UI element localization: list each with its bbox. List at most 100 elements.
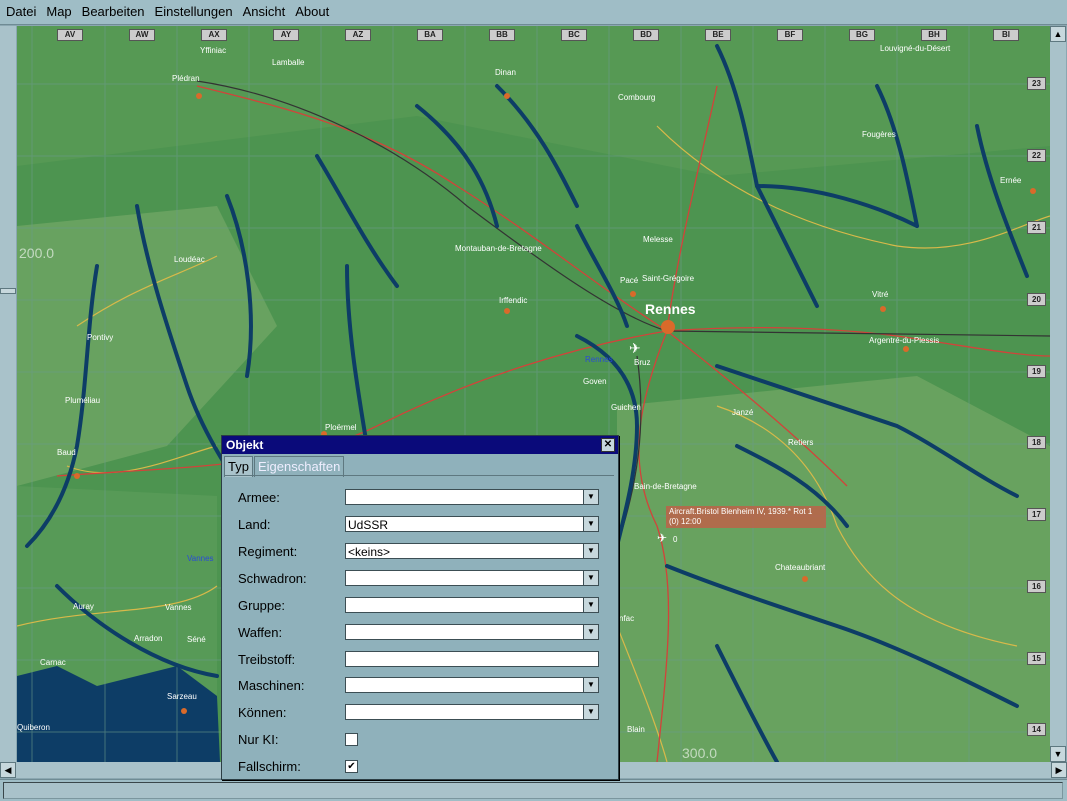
grid-col-label: BG	[849, 29, 875, 41]
town-label: Janzé	[732, 408, 754, 417]
menu-datei[interactable]: Datei	[0, 0, 41, 24]
grid-col-label: AV	[57, 29, 83, 41]
field-koennen: Können: ▼	[238, 704, 608, 722]
grid-col-label: BE	[705, 29, 731, 41]
grid-row-label: 18	[1027, 436, 1046, 449]
field-schwadron: Schwadron: ▼	[238, 570, 608, 588]
menu-ansicht[interactable]: Ansicht	[238, 0, 291, 24]
chevron-down-icon[interactable]: ▼	[583, 678, 598, 692]
field-label: Armee:	[238, 490, 280, 505]
vertical-scrollbar[interactable]: ▲ ▼	[1050, 26, 1066, 762]
field-label: Regiment:	[238, 544, 298, 559]
town-label: Pluméliau	[65, 396, 101, 405]
plane-icon[interactable]: ✈	[629, 340, 641, 357]
field-armee: Armee: ▼	[238, 489, 608, 507]
grid-col-label: BH	[921, 29, 947, 41]
tab-typ[interactable]: Typ	[224, 456, 253, 477]
treibstoff-input[interactable]	[345, 651, 599, 667]
menu-bearbeiten[interactable]: Bearbeiten	[77, 0, 150, 24]
grid-row-label: 22	[1027, 149, 1046, 162]
schwadron-select[interactable]: ▼	[345, 570, 599, 586]
field-maschinen: Maschinen: ▼	[238, 677, 608, 695]
town-label: Carnac	[40, 658, 66, 667]
town-label: Plédran	[172, 74, 200, 83]
town-label: Arradon	[134, 634, 163, 643]
grid-row-label: 20	[1027, 293, 1046, 306]
town-label: Louvigné-du-Désert	[880, 44, 951, 53]
town-label: Quiberon	[17, 723, 50, 732]
scroll-thumb[interactable]	[0, 288, 16, 294]
grid-col-label: BC	[561, 29, 587, 41]
coordinate-label: 300.0	[682, 745, 718, 761]
town-label-rennes: Rennes	[645, 301, 696, 317]
field-waffen: Waffen: ▼	[238, 624, 608, 642]
left-scrollbar[interactable]	[0, 26, 16, 762]
chevron-down-icon[interactable]: ▼	[583, 571, 598, 585]
aircraft-tooltip[interactable]: Aircraft.Bristol Blenheim IV, 1939.* Rot…	[666, 506, 826, 528]
town-label: Chateaubriant	[775, 563, 826, 572]
chevron-down-icon[interactable]: ▼	[583, 598, 598, 612]
menu-einstellungen[interactable]: Einstellungen	[150, 0, 238, 24]
tab-eigenschaften[interactable]: Eigenschaften	[253, 456, 345, 477]
menu-about[interactable]: About	[290, 0, 334, 24]
town-label: Pacé	[620, 276, 639, 285]
chevron-down-icon[interactable]: ▼	[583, 705, 598, 719]
town-label: Bain-de-Bretagne	[634, 482, 697, 491]
grid-row-label: 15	[1027, 652, 1046, 665]
town-label: Auray	[73, 602, 94, 611]
maschinen-select[interactable]: ▼	[345, 677, 599, 693]
object-dialog: Objekt ✕ Typ Eigenschaften Armee: ▼ Land…	[221, 435, 619, 780]
field-label: Maschinen:	[238, 678, 305, 693]
close-icon[interactable]: ✕	[601, 438, 615, 452]
town-label: Montauban-de-Bretagne	[455, 244, 542, 253]
town-label: Saint-Grégoire	[642, 274, 695, 283]
menu-map[interactable]: Map	[41, 0, 76, 24]
waffen-select[interactable]: ▼	[345, 624, 599, 640]
scroll-up-icon[interactable]: ▲	[1050, 26, 1066, 42]
town-label: Goven	[583, 377, 607, 386]
grid-row-label: 19	[1027, 365, 1046, 378]
grid-col-label: AX	[201, 29, 227, 41]
field-land: Land: UdSSR ▼	[238, 516, 608, 534]
town-label: nfac	[619, 614, 635, 623]
aircraft-tooltip-line: (0) 12:00	[669, 517, 702, 526]
grid-row-label: 16	[1027, 580, 1046, 593]
scroll-down-icon[interactable]: ▼	[1050, 746, 1066, 762]
town-label: Retiers	[788, 438, 814, 447]
grid-col-label: BD	[633, 29, 659, 41]
dialog-tabs: Typ Eigenschaften	[224, 456, 345, 477]
nur-ki-checkbox[interactable]	[345, 733, 358, 746]
grid-row-label: 17	[1027, 508, 1046, 521]
grid-row-label: 14	[1027, 723, 1046, 736]
gruppe-select[interactable]: ▼	[345, 597, 599, 613]
grid-col-label: AY	[273, 29, 299, 41]
regiment-select[interactable]: <keins> ▼	[345, 543, 599, 559]
chevron-down-icon[interactable]: ▼	[583, 544, 598, 558]
town-label: Séné	[187, 635, 206, 644]
koennen-select[interactable]: ▼	[345, 704, 599, 720]
field-regiment: Regiment: <keins> ▼	[238, 543, 608, 561]
plane-icon[interactable]: ✈	[657, 531, 667, 545]
chevron-down-icon[interactable]: ▼	[583, 625, 598, 639]
town-label: Fougères	[862, 130, 896, 139]
town-label: Sarzeau	[167, 692, 197, 701]
grid-col-label: BA	[417, 29, 443, 41]
coordinate-label: 200.0	[19, 245, 55, 261]
grid-col-label: BB	[489, 29, 515, 41]
field-label: Treibstoff:	[238, 652, 296, 667]
select-value: <keins>	[348, 545, 391, 559]
chevron-down-icon[interactable]: ▼	[583, 490, 598, 504]
field-label: Land:	[238, 517, 271, 532]
fallschirm-checkbox[interactable]: ✔	[345, 760, 358, 773]
town-label: Dinan	[495, 68, 516, 77]
field-label: Fallschirm:	[238, 759, 301, 774]
chevron-down-icon[interactable]: ▼	[583, 517, 598, 531]
armee-select[interactable]: ▼	[345, 489, 599, 505]
grid-row-label: 21	[1027, 221, 1046, 234]
grid-col-label: AZ	[345, 29, 371, 41]
scroll-right-icon[interactable]: ▶	[1051, 762, 1067, 778]
land-select[interactable]: UdSSR ▼	[345, 516, 599, 532]
field-gruppe: Gruppe: ▼	[238, 597, 608, 615]
scroll-left-icon[interactable]: ◀	[0, 762, 16, 778]
dialog-titlebar[interactable]: Objekt ✕	[222, 436, 618, 454]
